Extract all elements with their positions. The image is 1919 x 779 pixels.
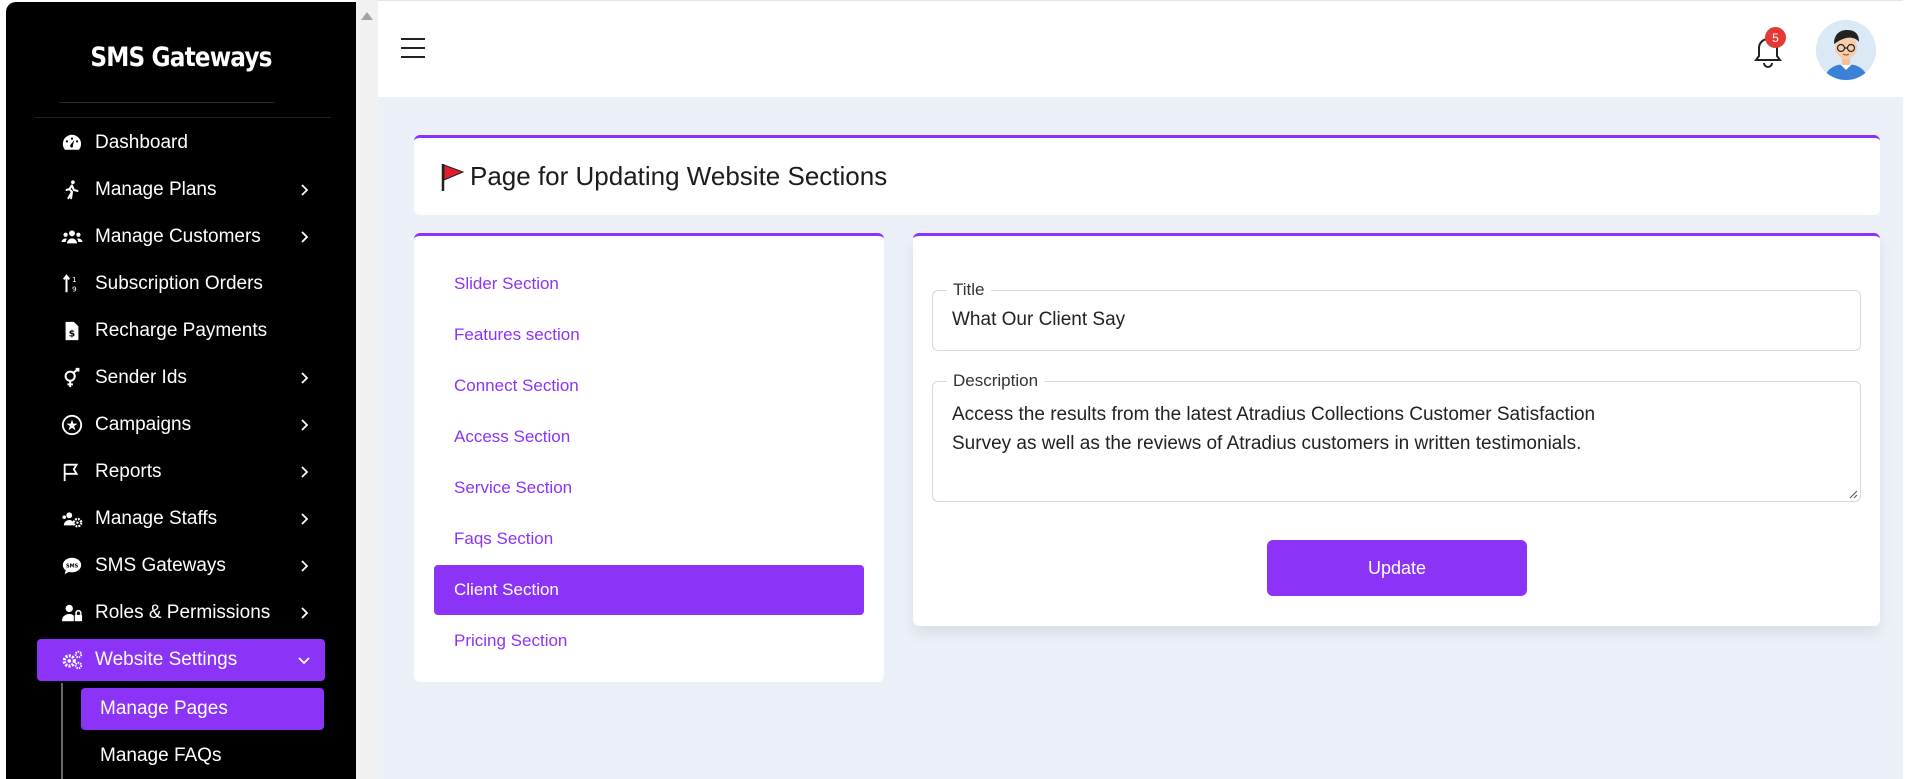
page-title: Page for Updating Website Sections: [470, 161, 888, 191]
user-lock-icon: [61, 602, 91, 624]
window-edge: [1903, 0, 1919, 779]
chevron-right-icon: [301, 419, 309, 431]
sort-arrows-icon: 19: [61, 273, 91, 295]
svg-text:SMS: SMS: [66, 563, 79, 569]
sidebar-subitem-manage-faqs[interactable]: Manage FAQs: [81, 735, 324, 777]
gender-symbol-icon: [61, 367, 91, 389]
user-avatar[interactable]: [1816, 20, 1876, 80]
sidebar-item-sms-gateways[interactable]: SMS SMS Gateways: [37, 545, 325, 587]
users-group-icon: [61, 226, 91, 248]
sidebar-item-reports[interactable]: Reports: [37, 451, 325, 493]
sidebar-item-label: Recharge Payments: [95, 320, 268, 341]
textarea-resize-handle-icon[interactable]: [1848, 489, 1858, 499]
sidebar-item-manage-staffs[interactable]: Manage Staffs: [37, 498, 325, 540]
chevron-right-icon: [301, 184, 309, 196]
sidebar-item-label: Manage Plans: [95, 179, 217, 200]
sidebar-item-label: Manage Customers: [95, 226, 261, 247]
sidebar-item-campaigns[interactable]: Campaigns: [37, 404, 325, 446]
sidebar: SMS Gateways Dashboard Manage Plans Mana…: [6, 2, 356, 779]
scrollbar[interactable]: [356, 0, 378, 779]
sidebar-item-label: SMS Gateways: [95, 555, 226, 576]
sidebar-item-website-settings[interactable]: Website Settings: [37, 639, 325, 681]
chevron-right-icon: [301, 231, 309, 243]
sidebar-item-label: Roles & Permissions: [95, 602, 271, 623]
chevron-down-icon: [298, 657, 310, 665]
description-line: Survey as well as the reviews of Atradiu…: [952, 433, 1582, 454]
section-link-connect[interactable]: Connect Section: [434, 361, 864, 411]
sidebar-item-subscription-orders[interactable]: 19 Subscription Orders: [37, 263, 325, 305]
description-label: Description: [947, 371, 1045, 391]
sms-bubble-icon: SMS: [61, 555, 91, 577]
top-header: [378, 0, 1919, 97]
sidebar-item-label: Reports: [95, 461, 162, 482]
sidebar-item-manage-plans[interactable]: Manage Plans: [37, 169, 325, 211]
section-link-faqs[interactable]: Faqs Section: [434, 514, 864, 564]
sidebar-item-label: Sender Ids: [95, 367, 187, 388]
flag-outline-icon: [61, 461, 91, 483]
hamburger-menu-icon[interactable]: [401, 38, 425, 60]
description-field[interactable]: Description Access the results from the …: [932, 371, 1861, 502]
sidebar-subitem-manage-pages[interactable]: Manage Pages: [81, 688, 324, 730]
gears-icon: [61, 649, 91, 671]
svg-text:9: 9: [72, 284, 77, 293]
title-input-value[interactable]: What Our Client Say: [952, 309, 1125, 331]
section-link-features[interactable]: Features section: [434, 310, 864, 360]
campaign-circle-icon: [61, 414, 91, 436]
section-link-service[interactable]: Service Section: [434, 463, 864, 513]
update-button[interactable]: Update: [1267, 540, 1527, 596]
notification-badge: 5: [1765, 27, 1786, 48]
section-link-slider[interactable]: Slider Section: [434, 259, 864, 309]
section-link-pricing[interactable]: Pricing Section: [434, 616, 864, 666]
sidebar-item-label: Website Settings: [95, 649, 238, 670]
section-link-client[interactable]: Client Section: [434, 565, 864, 615]
dashboard-gauge-icon: [61, 132, 91, 154]
invoice-dollar-icon: $: [61, 320, 91, 342]
section-link-access[interactable]: Access Section: [434, 412, 864, 462]
red-flag-icon: [441, 163, 465, 191]
chevron-right-icon: [301, 372, 309, 384]
scroll-up-arrow-icon[interactable]: [361, 12, 373, 20]
sidebar-item-manage-customers[interactable]: Manage Customers: [37, 216, 325, 258]
submenu-line: [61, 683, 63, 779]
sidebar-item-roles-permissions[interactable]: Roles & Permissions: [37, 592, 325, 634]
brand-title: SMS Gateways: [90, 42, 272, 73]
sections-list-card: Slider Section Features section Connect …: [414, 233, 884, 682]
staff-gear-icon: [61, 508, 91, 530]
sidebar-divider: [35, 117, 331, 118]
sidebar-item-label: Subscription Orders: [95, 273, 263, 294]
sidebar-item-label: Campaigns: [95, 414, 192, 435]
chevron-right-icon: [301, 513, 309, 525]
chevron-right-icon: [301, 607, 309, 619]
walking-person-icon: [61, 179, 91, 201]
sidebar-item-sender-ids[interactable]: Sender Ids: [37, 357, 325, 399]
sidebar-item-label: Manage Staffs: [95, 508, 218, 529]
title-field[interactable]: Title What Our Client Say: [932, 280, 1861, 351]
sidebar-item-recharge-payments[interactable]: $ Recharge Payments: [37, 310, 325, 352]
svg-text:$: $: [69, 329, 75, 340]
chevron-right-icon: [301, 466, 309, 478]
page-header-card: Page for Updating Website Sections: [414, 135, 1880, 215]
section-edit-form: Title What Our Client Say Description Ac…: [913, 233, 1880, 626]
svg-text:1: 1: [72, 275, 77, 284]
sidebar-item-dashboard[interactable]: Dashboard: [37, 122, 325, 164]
title-label: Title: [947, 280, 991, 300]
sidebar-item-label: Dashboard: [95, 132, 188, 153]
description-textarea[interactable]: Access the results from the latest Atrad…: [952, 400, 1852, 458]
description-line: Access the results from the latest Atrad…: [952, 404, 1596, 425]
brand-divider: [59, 102, 274, 103]
chevron-right-icon: [301, 560, 309, 572]
